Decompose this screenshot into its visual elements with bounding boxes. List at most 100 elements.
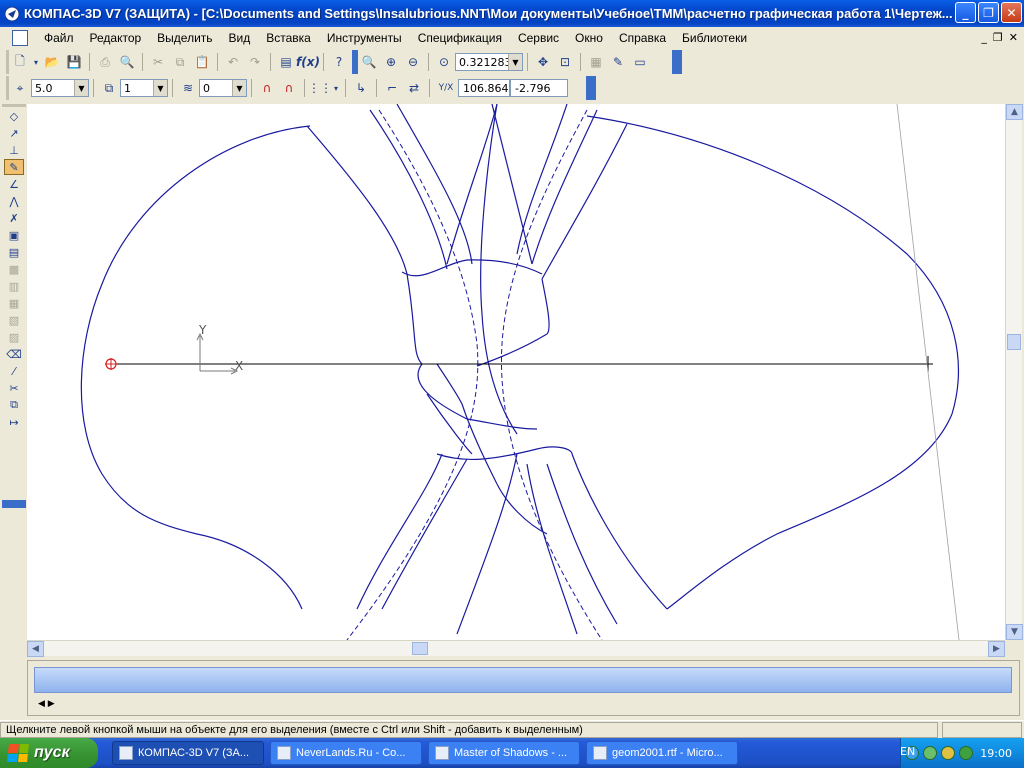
tool-move-icon[interactable]: ↦ bbox=[4, 414, 24, 430]
toolbar-grip[interactable] bbox=[672, 50, 682, 74]
zoom-combo[interactable]: 0.321283 ▼ bbox=[455, 53, 523, 71]
menu-insert[interactable]: Вставка bbox=[258, 31, 319, 45]
start-button[interactable]: пуск bbox=[0, 738, 98, 768]
tray-antivirus-icon[interactable] bbox=[941, 746, 955, 760]
spec-icon[interactable]: ▤ bbox=[4, 244, 24, 260]
mdi-restore-icon[interactable]: ❐ bbox=[993, 31, 1003, 44]
new-dropdown-icon[interactable]: ▾ bbox=[32, 53, 40, 71]
zoom-window-icon[interactable]: 🔍 bbox=[359, 53, 379, 71]
scroll-right-button[interactable]: ▶ bbox=[988, 641, 1005, 657]
menu-specification[interactable]: Спецификация bbox=[410, 31, 510, 45]
chevron-down-icon[interactable]: ▼ bbox=[74, 80, 88, 96]
layer-icon[interactable]: ≋ bbox=[178, 79, 198, 97]
new-file-icon[interactable]: 🗋 bbox=[10, 53, 30, 71]
mdi-minimize-icon[interactable]: _ bbox=[981, 31, 987, 44]
mdi-close-icon[interactable]: ✕ bbox=[1009, 31, 1018, 44]
menu-select[interactable]: Выделить bbox=[149, 31, 220, 45]
ortho-icon[interactable]: ⌐ bbox=[382, 79, 402, 97]
language-indicator[interactable]: EN bbox=[900, 745, 915, 758]
menu-window[interactable]: Окно bbox=[567, 31, 611, 45]
toolbar-grip[interactable] bbox=[2, 500, 26, 508]
zoom-scale-icon[interactable]: ⊙ bbox=[434, 53, 454, 71]
menu-edit[interactable]: Редактор bbox=[82, 31, 150, 45]
scroll-down-button[interactable]: ▼ bbox=[1006, 624, 1023, 640]
close-button[interactable]: ✕ bbox=[1001, 2, 1022, 23]
menu-service[interactable]: Сервис bbox=[510, 31, 567, 45]
task-kompas[interactable]: КОМПАС-3D V7 (ЗА... bbox=[112, 741, 264, 765]
menu-file[interactable]: Файл bbox=[36, 31, 82, 45]
variables-icon[interactable]: f(x) bbox=[296, 53, 320, 71]
horizontal-scrollbar[interactable]: ◀ ▶ bbox=[27, 640, 1005, 657]
redo-icon[interactable]: ↷ bbox=[245, 53, 265, 71]
parametrization-icon[interactable]: ∠ bbox=[4, 176, 24, 192]
geometry-icon[interactable]: ◇ bbox=[4, 108, 24, 124]
menu-tools[interactable]: Инструменты bbox=[319, 31, 410, 45]
view-icon[interactable]: ⧉ bbox=[99, 79, 119, 97]
tray-network-icon[interactable] bbox=[923, 746, 937, 760]
paste-icon[interactable]: 📋 bbox=[192, 53, 212, 71]
designations-icon[interactable]: ⊥ bbox=[4, 142, 24, 158]
chevron-down-icon[interactable]: ▼ bbox=[153, 80, 167, 96]
grid-icon[interactable]: ⋮⋮ bbox=[308, 79, 332, 97]
drawing-canvas[interactable]: Y X bbox=[27, 104, 1005, 640]
copy-icon[interactable]: ⧉ bbox=[170, 53, 190, 71]
disabled-tool-3-icon[interactable]: ▦ bbox=[4, 295, 24, 311]
document-icon[interactable] bbox=[12, 30, 28, 46]
chevron-down-icon[interactable]: ▼ bbox=[232, 80, 246, 96]
save-icon[interactable]: 💾 bbox=[64, 53, 84, 71]
rebuild-icon[interactable]: ▦ bbox=[586, 53, 606, 71]
snap-icon[interactable]: ∩ bbox=[257, 79, 277, 97]
local-cs-icon[interactable]: ↳ bbox=[351, 79, 371, 97]
zoom-out-icon[interactable]: ⊖ bbox=[403, 53, 423, 71]
zoom-in-icon[interactable]: ⊕ bbox=[381, 53, 401, 71]
measurements-icon[interactable]: ⋀ bbox=[4, 193, 24, 209]
grid-dropdown-icon[interactable]: ▾ bbox=[332, 79, 340, 97]
menu-libraries[interactable]: Библиотеки bbox=[674, 31, 755, 45]
undo-icon[interactable]: ↶ bbox=[223, 53, 243, 71]
print-preview-icon[interactable]: 🔍 bbox=[117, 53, 137, 71]
menu-help[interactable]: Справка bbox=[611, 31, 674, 45]
minimize-button[interactable]: _ bbox=[955, 2, 976, 23]
selection-icon[interactable]: ✗ bbox=[4, 210, 24, 226]
coord-x-field[interactable]: 106.864 bbox=[458, 79, 510, 97]
print-icon[interactable]: ⎙ bbox=[95, 53, 115, 71]
menu-view[interactable]: Вид bbox=[221, 31, 259, 45]
editing-icon[interactable]: ✎ bbox=[4, 159, 24, 175]
cut-icon[interactable]: ✂ bbox=[148, 53, 168, 71]
cursor-step-icon[interactable]: ⌖ bbox=[10, 79, 30, 97]
title-bar[interactable]: КОМПАС-3D V7 (ЗАЩИТА) - [C:\Documents an… bbox=[0, 0, 1024, 27]
manager-icon[interactable]: ▤ bbox=[276, 53, 296, 71]
task-master-of-shadows[interactable]: Master of Shadows - ... bbox=[428, 741, 580, 765]
disabled-tool-4-icon[interactable]: ▧ bbox=[4, 312, 24, 328]
parametric-icon[interactable]: ⇄ bbox=[404, 79, 424, 97]
task-word[interactable]: geom2001.rtf - Micro... bbox=[586, 741, 738, 765]
show-all-icon[interactable]: ⊡ bbox=[555, 53, 575, 71]
help-pointer-icon[interactable]: ? bbox=[329, 53, 349, 71]
edit-properties-icon[interactable]: ✎ bbox=[608, 53, 628, 71]
open-folder-icon[interactable]: 📂 bbox=[42, 53, 62, 71]
scroll-up-button[interactable]: ▲ bbox=[1006, 104, 1023, 120]
panel-nav[interactable]: ◀ ▶ bbox=[38, 699, 55, 709]
disabled-tool-1-icon[interactable]: ▩ bbox=[4, 261, 24, 277]
task-browser[interactable]: NeverLands.Ru - Co... bbox=[270, 741, 422, 765]
coord-y-field[interactable]: -2.796 bbox=[510, 79, 568, 97]
tool-copy-icon[interactable]: ⧉ bbox=[4, 397, 24, 413]
view-combo[interactable]: 1 ▼ bbox=[120, 79, 168, 97]
disabled-tool-2-icon[interactable]: ▥ bbox=[4, 278, 24, 294]
local-snap-icon[interactable]: ∩ bbox=[279, 79, 299, 97]
vertical-scroll-thumb[interactable] bbox=[1007, 334, 1021, 350]
tool-line-icon[interactable]: ⁄ bbox=[4, 363, 24, 379]
disabled-tool-5-icon[interactable]: ▨ bbox=[4, 329, 24, 345]
dimensions-icon[interactable]: ↗ bbox=[4, 125, 24, 141]
tool-erase-icon[interactable]: ⌫ bbox=[4, 346, 24, 362]
tray-app-icon[interactable] bbox=[959, 746, 973, 760]
toolbar-grip[interactable] bbox=[586, 76, 596, 100]
tool-trim-icon[interactable]: ✂ bbox=[4, 380, 24, 396]
properties-bar[interactable] bbox=[34, 667, 1012, 693]
vertical-scrollbar[interactable]: ▲ ▼ bbox=[1005, 104, 1023, 640]
restore-button[interactable]: ❐ bbox=[978, 2, 999, 23]
horizontal-scroll-thumb[interactable] bbox=[412, 642, 428, 655]
step-combo[interactable]: 5.0 ▼ bbox=[31, 79, 89, 97]
associative-views-icon[interactable]: ▣ bbox=[4, 227, 24, 243]
layer-combo[interactable]: 0 ▼ bbox=[199, 79, 247, 97]
